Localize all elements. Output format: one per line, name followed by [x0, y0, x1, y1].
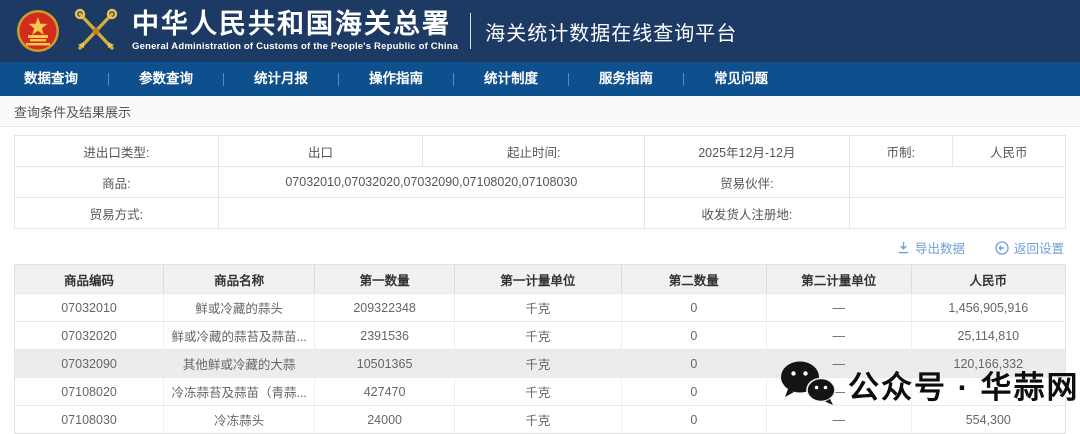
cell-second-quantity: 0	[622, 406, 767, 433]
nav-item-service-guide[interactable]: 服务指南	[569, 62, 683, 96]
nav-item-monthly-report[interactable]: 统计月报	[224, 62, 338, 96]
cell-first-quantity: 427470	[315, 378, 455, 405]
results-table: 商品编码 商品名称 第一数量 第一计量单位 第二数量 第二计量单位 人民币 07…	[14, 264, 1066, 434]
col-header-first-unit: 第一计量单位	[455, 265, 622, 293]
table-row-highlighted: 07032090 其他鲜或冷藏的大蒜 10501365 千克 0 — 120,1…	[15, 349, 1065, 377]
col-header-first-quantity: 第一数量	[315, 265, 455, 293]
trade-mode-label: 贸易方式:	[15, 198, 219, 228]
commodity-value: 07032010,07032020,07032090,07108020,0710…	[219, 167, 645, 197]
nav-item-param-query[interactable]: 参数查询	[109, 62, 223, 96]
cell-commodity-code: 07032090	[15, 350, 164, 377]
cell-commodity-name: 鲜或冷藏的蒜苔及蒜苗...	[164, 322, 315, 349]
partner-value	[850, 167, 1065, 197]
cell-commodity-name: 其他鲜或冷藏的大蒜	[164, 350, 315, 377]
condition-row: 贸易方式: 收发货人注册地:	[15, 198, 1065, 229]
cell-second-unit: —	[767, 378, 912, 405]
cell-first-quantity: 10501365	[315, 350, 455, 377]
cell-second-unit: —	[767, 350, 912, 377]
return-settings-label: 返回设置	[1014, 238, 1064, 257]
cell-rmb-value: 25,114,810	[912, 322, 1065, 349]
cell-second-unit: —	[767, 406, 912, 433]
table-row: 07032010 鲜或冷藏的蒜头 209322348 千克 0 — 1,456,…	[15, 293, 1065, 321]
nav-item-faq[interactable]: 常见问题	[684, 62, 798, 96]
return-arrow-icon	[995, 241, 1009, 255]
org-title: 中华人民共和国海关总署	[132, 10, 458, 40]
cell-second-quantity: 0	[622, 350, 767, 377]
cell-commodity-name: 冷冻蒜头	[164, 406, 315, 433]
col-header-second-quantity: 第二数量	[622, 265, 767, 293]
download-icon	[897, 241, 910, 254]
cell-rmb-value: 1,456,905,916	[912, 294, 1065, 321]
table-row: 07108020 冷冻蒜苔及蒜苗（青蒜... 427470 千克 0 —	[15, 377, 1065, 405]
currency-value: 人民币	[953, 136, 1065, 166]
org-subtitle: General Administration of Customs of the…	[132, 41, 458, 52]
cell-second-quantity: 0	[622, 294, 767, 321]
nav-item-data-query[interactable]: 数据查询	[24, 62, 108, 96]
cell-second-quantity: 0	[622, 322, 767, 349]
nav-item-operation-guide[interactable]: 操作指南	[339, 62, 453, 96]
nav-item-statistics-system[interactable]: 统计制度	[454, 62, 568, 96]
condition-row: 商品: 07032010,07032020,07032090,07108020,…	[15, 167, 1065, 198]
query-conditions-table: 进出口类型: 出口 起止时间: 2025年12月-12月 币制: 人民币 商品:…	[14, 135, 1066, 229]
platform-title: 海关统计数据在线查询平台	[485, 17, 737, 46]
cell-first-unit: 千克	[455, 406, 622, 433]
table-row: 07032020 鲜或冷藏的蒜苔及蒜苗... 2391536 千克 0 — 25…	[15, 321, 1065, 349]
cell-first-quantity: 24000	[315, 406, 455, 433]
results-header-row: 商品编码 商品名称 第一数量 第一计量单位 第二数量 第二计量单位 人民币	[15, 265, 1065, 293]
col-header-commodity-name: 商品名称	[164, 265, 315, 293]
table-row: 07108030 冷冻蒜头 24000 千克 0 — 554,300	[15, 405, 1065, 433]
cell-second-quantity: 0	[622, 378, 767, 405]
reg-place-label: 收发货人注册地:	[645, 198, 850, 228]
cell-commodity-code: 07108020	[15, 378, 164, 405]
cell-first-quantity: 2391536	[315, 322, 455, 349]
export-data-label: 导出数据	[915, 238, 965, 257]
customs-caduceus-key-icon	[72, 8, 120, 54]
col-header-second-unit: 第二计量单位	[767, 265, 912, 293]
export-data-link[interactable]: 导出数据	[897, 238, 965, 257]
cell-first-unit: 千克	[455, 294, 622, 321]
cell-first-unit: 千克	[455, 350, 622, 377]
org-title-block: 中华人民共和国海关总署 General Administration of Cu…	[132, 10, 458, 53]
cell-rmb-value	[912, 378, 1065, 405]
main-nav: 数据查询 参数查询 统计月报 操作指南 统计制度 服务指南 常见问题	[0, 62, 1080, 96]
col-header-commodity-code: 商品编码	[15, 265, 164, 293]
table-actions: 导出数据 返回设置	[14, 238, 1064, 257]
cell-commodity-code: 07108030	[15, 406, 164, 433]
cell-rmb-value: 120,166,332	[912, 350, 1065, 377]
breadcrumb: 查询条件及结果展示	[14, 102, 131, 121]
cell-commodity-name: 鲜或冷藏的蒜头	[164, 294, 315, 321]
type-value: 出口	[219, 136, 424, 166]
cell-first-unit: 千克	[455, 378, 622, 405]
cell-rmb-value: 554,300	[912, 406, 1065, 433]
cell-commodity-name: 冷冻蒜苔及蒜苗（青蒜...	[164, 378, 315, 405]
app-header: 中华人民共和国海关总署 General Administration of Cu…	[0, 0, 1080, 62]
condition-row: 进出口类型: 出口 起止时间: 2025年12月-12月 币制: 人民币	[15, 136, 1065, 167]
cell-first-unit: 千克	[455, 322, 622, 349]
trade-mode-value	[219, 198, 645, 228]
return-settings-link[interactable]: 返回设置	[995, 238, 1064, 257]
cell-commodity-code: 07032020	[15, 322, 164, 349]
type-label: 进出口类型:	[15, 136, 219, 166]
header-divider	[470, 13, 471, 49]
cell-first-quantity: 209322348	[315, 294, 455, 321]
time-label: 起止时间:	[423, 136, 645, 166]
time-value: 2025年12月-12月	[645, 136, 850, 166]
col-header-rmb: 人民币	[912, 265, 1065, 293]
breadcrumb-bar: 查询条件及结果展示	[0, 96, 1080, 127]
cell-commodity-code: 07032010	[15, 294, 164, 321]
commodity-label: 商品:	[15, 167, 219, 197]
national-emblem-icon	[16, 9, 60, 53]
reg-place-value	[850, 198, 1065, 228]
partner-label: 贸易伙伴:	[645, 167, 850, 197]
cell-second-unit: —	[767, 322, 912, 349]
currency-label: 币制:	[850, 136, 953, 166]
cell-second-unit: —	[767, 294, 912, 321]
